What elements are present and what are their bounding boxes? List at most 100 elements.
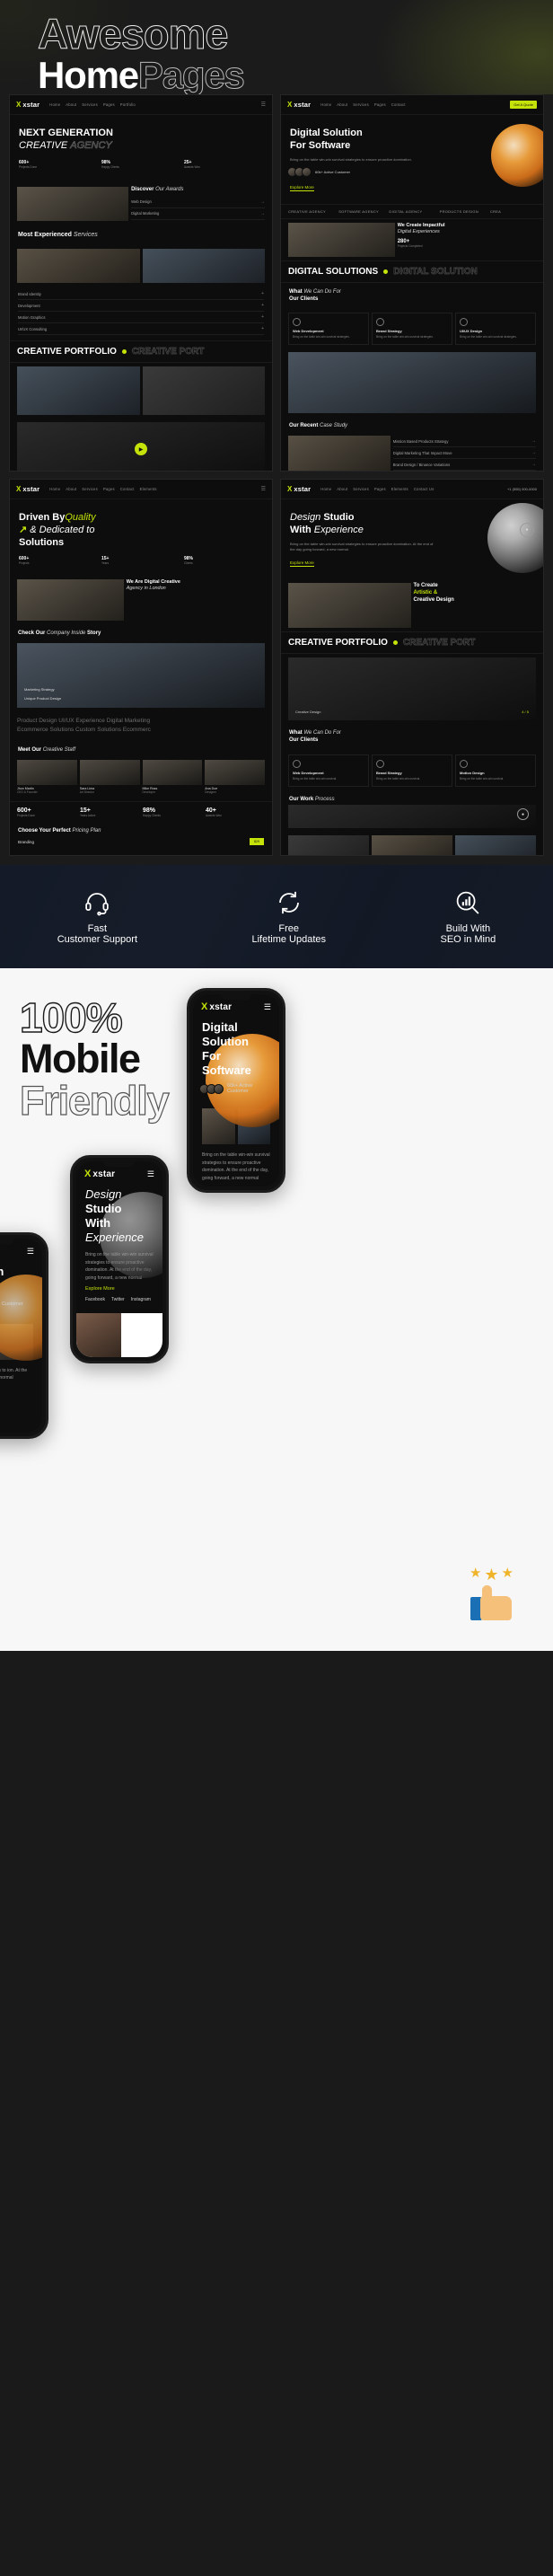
- bottom-stats: 600+ Projects Done 15+ Years Active 98% Hap…: [10, 800, 272, 823]
- showreel-video[interactable]: ▶: [17, 422, 265, 471]
- stat: 600+ Projects: [19, 556, 30, 566]
- hero-heading-line1: NEXT GENERATION: [19, 128, 113, 138]
- nav-item[interactable]: Home: [49, 102, 60, 107]
- offer-heading: What We Can Do For Our Clients: [289, 288, 341, 302]
- social-link[interactable]: Facebook: [85, 1297, 105, 1302]
- create-text: To Create Artistic & Creative Design: [413, 583, 454, 603]
- image-placeholder: [288, 583, 411, 629]
- phone-left-partial[interactable]: X ☰ olution ware + Active Customer survi…: [0, 1232, 48, 1439]
- nav-item[interactable]: About: [337, 487, 347, 491]
- award-images: Discover Our Awards Web Design → Digital …: [10, 183, 272, 225]
- menu-icon[interactable]: ☰: [261, 486, 266, 492]
- image-placeholder: [372, 835, 452, 855]
- nav-menu: Home About Services Pages Contact Elemen…: [49, 487, 156, 491]
- card-icon: [376, 759, 384, 768]
- list-item: Digital Marketing That Impact Move →: [392, 447, 536, 460]
- hero-heading-line3: Solutions: [19, 536, 65, 548]
- social-link[interactable]: Twitter: [111, 1297, 125, 1302]
- play-ring-icon[interactable]: ●: [520, 523, 534, 537]
- team-member: Jhon Martin CEO & Founder: [17, 759, 77, 794]
- nav-item[interactable]: Services: [353, 487, 369, 491]
- portfolio-images: [10, 363, 272, 419]
- offer-card[interactable]: Brand Strategy Bring on the table win-win…: [372, 754, 452, 787]
- offer-card[interactable]: UI/UX Design Bring on the table win-win s…: [455, 313, 536, 346]
- nav-item[interactable]: Pages: [103, 102, 115, 107]
- nav-item[interactable]: Contact: [120, 487, 135, 491]
- list-item: Development +: [18, 300, 264, 313]
- company-video[interactable]: Marketing Strategy Unique Product Design: [17, 643, 265, 709]
- avatar-group: + Active Customer: [0, 1300, 33, 1310]
- stat: 98% Happy Clients: [101, 159, 119, 169]
- play-ring-icon[interactable]: ●: [517, 808, 529, 821]
- pricing-row[interactable]: Branding $29: [18, 838, 264, 846]
- hero-body: Bring on the table win-win survival stra…: [290, 541, 434, 551]
- nav-item[interactable]: Pages: [374, 487, 386, 491]
- explore-link[interactable]: Explore More: [290, 560, 314, 568]
- hero-heading-experience: Experience: [313, 524, 364, 535]
- nav-item[interactable]: Services: [82, 487, 98, 491]
- shot-design-studio[interactable]: Xxstar Home About Services Pages Element…: [280, 479, 544, 856]
- band-item: SOFTWARE AGENCY: [338, 208, 380, 214]
- portfolio-visual[interactable]: Creative Design 4 / 5: [288, 657, 536, 721]
- offer-card[interactable]: Web Development Bring on the table win-wi…: [288, 313, 369, 346]
- hero-heading-with: With: [290, 524, 312, 535]
- image-placeholder: [76, 1313, 121, 1357]
- stat: 600+ Projects Done: [17, 807, 36, 817]
- nav-item[interactable]: About: [66, 487, 76, 491]
- features-strip: Fast Customer Support Free Lifetime Upda…: [0, 865, 553, 968]
- nav-item[interactable]: Services: [353, 102, 369, 107]
- nav-item[interactable]: Contact Us: [414, 487, 434, 491]
- explore-link[interactable]: Explore More: [76, 1282, 162, 1292]
- card-icon: [293, 759, 301, 768]
- nav-item[interactable]: Elements: [140, 487, 157, 491]
- offer-cards: Web Development Bring on the table win-wi…: [281, 751, 543, 790]
- list-item: Digital Marketing →: [131, 208, 265, 220]
- logo-xstar: Xxstar: [16, 100, 40, 109]
- nav-item[interactable]: Portfolio: [120, 102, 136, 107]
- phone-number[interactable]: +1 (555) 000-0000: [507, 487, 537, 491]
- hero-title-home: Home: [38, 54, 139, 96]
- nav-item[interactable]: Pages: [103, 487, 115, 491]
- company-heading: Check Our Company Inside Story: [18, 631, 101, 637]
- phone-design-studio[interactable]: Xxstar ☰ Design Studio With Experience B…: [70, 1155, 169, 1363]
- nav-item[interactable]: Services: [82, 102, 98, 107]
- nav-item[interactable]: Pages: [374, 102, 386, 107]
- shot-creative-agency[interactable]: Xxstar Home About Services Pages Portfol…: [9, 94, 273, 472]
- marquee-ghost: CREATIVE PORT: [131, 347, 205, 357]
- nav-item[interactable]: Home: [320, 102, 331, 107]
- hero-section: Driven ByQuality ↗ & Dedicated to Soluti…: [10, 499, 272, 576]
- shot-digital-solution[interactable]: Xxstar Home About Services Pages Contact…: [280, 94, 544, 472]
- social-link[interactable]: Instagram: [131, 1297, 151, 1302]
- avatars: [199, 1083, 224, 1094]
- quote-button[interactable]: Get A Quote: [510, 101, 537, 109]
- stat: 25+ Awards Won: [184, 159, 200, 169]
- nav-item[interactable]: Home: [320, 487, 331, 491]
- nav-item[interactable]: About: [337, 102, 347, 107]
- play-icon[interactable]: ▶: [135, 443, 147, 456]
- hero-title-line1: Awesome: [38, 10, 230, 57]
- nav-item[interactable]: Elements: [391, 487, 408, 491]
- services-images: [10, 245, 272, 287]
- mini-nav: Xxstar Home About Services Pages Portfol…: [10, 95, 272, 115]
- avatars-label: + Active Customer: [0, 1301, 23, 1308]
- explore-link[interactable]: Explore More: [290, 185, 314, 191]
- hamburger-icon[interactable]: ☰: [27, 1247, 34, 1257]
- offer-card[interactable]: Motion Design Bring on the table win-win …: [455, 754, 536, 787]
- hamburger-icon[interactable]: ☰: [264, 1002, 271, 1012]
- hamburger-icon[interactable]: ☰: [147, 1169, 154, 1179]
- nav-item[interactable]: About: [66, 102, 76, 107]
- card-icon: [376, 318, 384, 327]
- social-links: Facebook Twitter Instagram: [76, 1292, 162, 1308]
- feature-line2: Customer Support: [57, 933, 137, 945]
- nav-item[interactable]: Contact: [391, 102, 406, 107]
- explore-link[interactable]: Explore More: [193, 1182, 279, 1187]
- hero-heading-studio: Studio: [323, 512, 355, 523]
- offer-card[interactable]: Web Development Bring on the table win-wi…: [288, 754, 369, 787]
- shot-driven-by-quality[interactable]: Xxstar Home About Services Pages Contact…: [9, 479, 273, 856]
- offer-card[interactable]: Brand Strategy Bring on the table win-win…: [372, 313, 452, 346]
- phone-digital-solution[interactable]: Xxstar ☰ Digital Solution For Software 6…: [187, 988, 285, 1193]
- nav-item[interactable]: Home: [49, 487, 60, 491]
- logo-xstar: Xxstar: [287, 484, 312, 493]
- logo-xstar: Xxstar: [84, 1169, 116, 1180]
- menu-icon[interactable]: ☰: [261, 101, 266, 108]
